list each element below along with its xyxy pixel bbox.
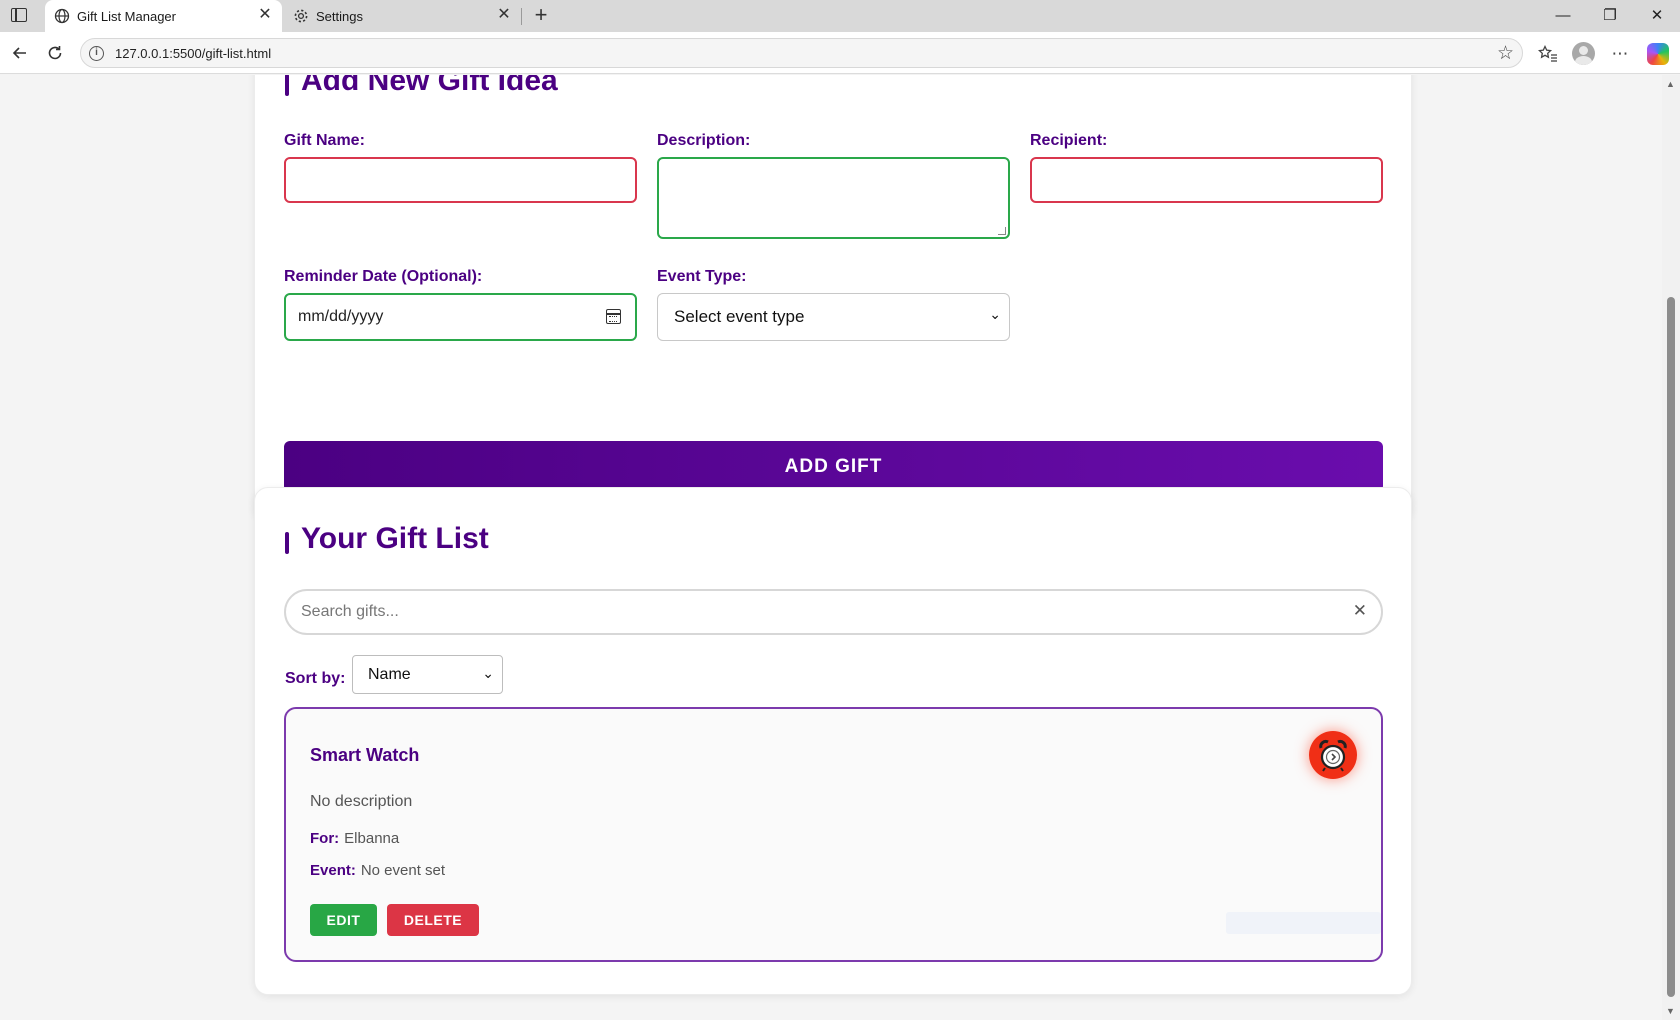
scroll-down-icon[interactable]: ▼ — [1666, 1006, 1675, 1016]
gift-item: Smart Watch No description For: Elbanna E… — [284, 707, 1383, 962]
chevron-down-icon: ⌄ — [482, 665, 494, 681]
edit-button[interactable]: EDIT — [310, 904, 377, 936]
back-button[interactable] — [8, 41, 32, 65]
calendar-icon[interactable] — [606, 309, 621, 324]
tab-close-icon[interactable]: ✕ — [256, 6, 274, 24]
gift-description: No description — [310, 793, 413, 810]
gift-recipient: For: Elbanna — [310, 830, 399, 847]
copilot-icon[interactable] — [1647, 43, 1669, 65]
event-value: No event set — [360, 862, 446, 879]
recipient-input[interactable] — [1030, 157, 1383, 203]
delete-button[interactable]: DELETE — [387, 904, 479, 936]
alarm-clock-icon — [1319, 740, 1347, 772]
url-bar[interactable]: i 127.0.0.1:5500/gift-list.html ☆ — [80, 38, 1523, 68]
gift-name-input[interactable] — [284, 157, 637, 203]
site-info-icon[interactable]: i — [89, 46, 104, 61]
event-type-select[interactable]: Select event type ⌄ — [657, 293, 1010, 341]
tab-close-icon[interactable]: ✕ — [495, 6, 513, 24]
resize-handle-icon[interactable] — [998, 227, 1006, 235]
add-gift-button[interactable]: ADD GIFT — [284, 441, 1383, 492]
event-type-selected: Select event type — [674, 307, 805, 326]
for-label: For: — [310, 830, 340, 847]
scrollbar-thumb[interactable] — [1667, 297, 1675, 997]
globe-icon — [54, 8, 70, 24]
back-arrow-icon — [12, 47, 26, 59]
event-label: Event: — [310, 862, 356, 879]
gear-icon — [294, 9, 308, 23]
recipient-label: Recipient: — [1030, 132, 1108, 149]
tab-settings[interactable]: Settings ✕ — [284, 0, 521, 32]
restore-button[interactable]: ❐ — [1595, 4, 1625, 28]
gift-list-title: Your Gift List — [285, 522, 489, 556]
for-value: Elbanna — [344, 830, 400, 847]
close-window-button[interactable]: ✕ — [1642, 4, 1672, 28]
tab-gift-list-manager[interactable]: Gift List Manager ✕ — [45, 0, 282, 32]
favorites-list-icon — [1537, 44, 1557, 62]
description-textarea[interactable] — [657, 157, 1010, 239]
address-toolbar: i 127.0.0.1:5500/gift-list.html ☆ ⋯ — [0, 32, 1680, 74]
sort-selected: Name — [368, 666, 411, 683]
refresh-icon — [48, 46, 62, 60]
gift-event: Event: No event set — [310, 862, 445, 879]
favorite-star-icon[interactable]: ☆ — [1497, 42, 1514, 65]
add-gift-title: Add New Gift Idea — [285, 75, 558, 98]
refresh-button[interactable] — [43, 41, 67, 65]
snap-overlay — [1226, 912, 1381, 934]
description-label: Description: — [657, 132, 751, 149]
add-gift-card: Add New Gift Idea Gift Name: Description… — [254, 75, 1412, 521]
page-viewport: Add New Gift Idea Gift Name: Description… — [0, 75, 1662, 1020]
more-options-button[interactable]: ⋯ — [1607, 41, 1633, 67]
gift-list-card: Your Gift List Search gifts... ✕ Sort by… — [254, 487, 1412, 995]
reminder-date-input[interactable]: mm/dd/yyyy — [284, 293, 637, 341]
chevron-down-icon: ⌄ — [989, 306, 1001, 322]
date-placeholder: mm/dd/yyyy — [298, 308, 384, 325]
event-type-label: Event Type: — [657, 268, 747, 285]
profile-avatar[interactable] — [1572, 42, 1595, 65]
tab-separator — [521, 8, 522, 25]
url-text: 127.0.0.1:5500/gift-list.html — [115, 46, 272, 61]
search-input[interactable]: Search gifts... ✕ — [284, 589, 1383, 635]
clear-search-icon[interactable]: ✕ — [1353, 601, 1367, 621]
gift-name: Smart Watch — [310, 745, 420, 765]
scroll-up-icon[interactable]: ▲ — [1666, 79, 1675, 89]
minimize-button[interactable]: — — [1548, 4, 1578, 28]
sidebar-toggle-icon[interactable] — [11, 8, 27, 22]
sort-label: Sort by: — [285, 670, 346, 687]
browser-tab-bar: Gift List Manager ✕ Settings ✕ + — ❐ ✕ — [0, 0, 1680, 32]
tab-title: Settings — [316, 9, 363, 24]
page-scrollbar[interactable]: ▲ ▼ — [1662, 75, 1680, 1020]
sort-select[interactable]: Name ⌄ — [352, 655, 503, 694]
search-placeholder: Search gifts... — [301, 603, 399, 620]
new-tab-button[interactable]: + — [530, 4, 552, 26]
tab-title: Gift List Manager — [77, 9, 176, 24]
favorites-button[interactable] — [1535, 41, 1561, 67]
reminder-button[interactable] — [1309, 731, 1357, 779]
gift-name-label: Gift Name: — [284, 132, 365, 149]
reminder-date-label: Reminder Date (Optional): — [284, 268, 483, 285]
